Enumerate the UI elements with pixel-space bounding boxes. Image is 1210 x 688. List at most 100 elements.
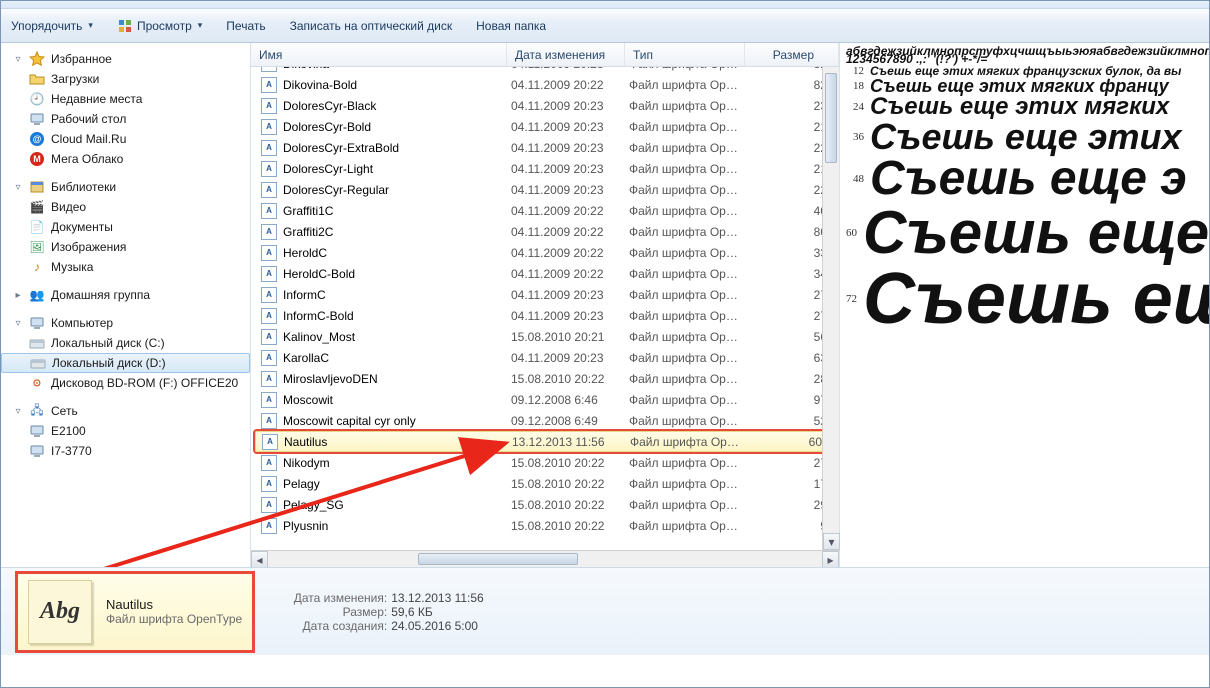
- font-file-icon: A: [261, 350, 277, 366]
- file-row[interactable]: ADoloresCyr-ExtraBold04.11.2009 20:23Фай…: [251, 137, 839, 158]
- file-rows: ADikovina04.11.2009 20:23Файл шрифта Op……: [251, 67, 839, 550]
- nav-fav-item[interactable]: MМега Облако: [1, 149, 250, 169]
- file-row[interactable]: AInformC-Bold04.11.2009 20:23Файл шрифта…: [251, 305, 839, 326]
- file-type: Файл шрифта Op…: [629, 141, 749, 155]
- file-type: Файл шрифта Op…: [629, 351, 749, 365]
- file-row[interactable]: ADoloresCyr-Regular04.11.2009 20:23Файл …: [251, 179, 839, 200]
- file-row[interactable]: AGraffiti2C04.11.2009 20:22Файл шрифта O…: [251, 221, 839, 242]
- font-file-icon: A: [261, 329, 277, 345]
- navigation-pane[interactable]: ▿ИзбранноеЗагрузки🕘Недавние местаРабочий…: [1, 43, 251, 567]
- nav-computer[interactable]: ▿Компьютер: [1, 313, 250, 333]
- scroll-left-icon[interactable]: ◂: [251, 551, 268, 568]
- file-name: HeroldC-Bold: [283, 267, 511, 281]
- view-label: Просмотр: [137, 19, 192, 33]
- file-row[interactable]: ANikodym15.08.2010 20:22Файл шрифта Op…2…: [251, 452, 839, 473]
- lib-icon: ♪: [29, 259, 45, 275]
- font-file-icon: A: [261, 497, 277, 513]
- nav-drive[interactable]: Локальный диск (C:): [1, 333, 250, 353]
- expand-icon[interactable]: ▸: [13, 290, 23, 301]
- nav-drive[interactable]: Локальный диск (D:): [1, 353, 250, 373]
- scroll-down-icon[interactable]: ▾: [823, 533, 840, 550]
- file-type: Файл шрифта Op…: [629, 456, 749, 470]
- font-file-icon: A: [261, 77, 277, 93]
- nav-lib-item[interactable]: 🖼Изображения: [1, 237, 250, 257]
- file-row[interactable]: APelagy15.08.2010 20:22Файл шрифта Op…17: [251, 473, 839, 494]
- file-row[interactable]: AMoscowit capital cyr only09.12.2008 6:4…: [251, 410, 839, 431]
- file-type: Файл шрифта Op…: [629, 246, 749, 260]
- file-row[interactable]: AMiroslavljevoDEN15.08.2010 20:22Файл шр…: [251, 368, 839, 389]
- font-file-icon: A: [261, 119, 277, 135]
- font-file-icon: A: [261, 413, 277, 429]
- nav-label: Видео: [51, 200, 86, 214]
- meta-row: Размер:59,6 КБ: [279, 605, 484, 619]
- file-row[interactable]: ADikovina04.11.2009 20:23Файл шрифта Op……: [251, 67, 839, 74]
- file-date: 15.08.2010 20:21: [511, 330, 629, 344]
- nav-favorites[interactable]: ▿Избранное: [1, 49, 250, 69]
- font-thumb-icon: Abg: [28, 580, 92, 644]
- expand-icon[interactable]: ▿: [13, 54, 23, 65]
- file-row[interactable]: ANautilus13.12.2013 11:56Файл шрифта Op……: [255, 431, 835, 452]
- preview-sample-line: 72Съешь ещ: [846, 263, 1209, 335]
- fav-icon: [29, 111, 45, 127]
- computer-icon: [29, 315, 45, 331]
- file-row[interactable]: AGraffiti1C04.11.2009 20:22Файл шрифта O…: [251, 200, 839, 221]
- nav-lib-item[interactable]: ♪Музыка: [1, 257, 250, 277]
- scrollbar-thumb[interactable]: [825, 73, 837, 163]
- nav-lib-item[interactable]: 🎬Видео: [1, 197, 250, 217]
- nav-fav-item[interactable]: @Cloud Mail.Ru: [1, 129, 250, 149]
- preview-sample-text: Съешь еще: [863, 203, 1209, 263]
- expand-icon[interactable]: ▿: [13, 182, 23, 193]
- file-row[interactable]: ADikovina-Bold04.11.2009 20:22Файл шрифт…: [251, 74, 839, 95]
- file-row[interactable]: ADoloresCyr-Light04.11.2009 20:23Файл шр…: [251, 158, 839, 179]
- expand-icon[interactable]: ▿: [13, 406, 23, 417]
- organize-menu[interactable]: Упорядочить▾: [11, 19, 93, 33]
- preview-size-label: 60: [846, 228, 857, 239]
- file-row[interactable]: AKalinov_Most15.08.2010 20:21Файл шрифта…: [251, 326, 839, 347]
- font-file-icon: A: [261, 308, 277, 324]
- nav-label: Мега Облако: [51, 152, 123, 166]
- file-name: Pelagy_SG: [283, 498, 511, 512]
- col-name[interactable]: Имя: [251, 43, 507, 66]
- nav-net-node[interactable]: I7-3770: [1, 441, 250, 461]
- nav-fav-item[interactable]: Загрузки: [1, 69, 250, 89]
- meta-label: Размер:: [279, 605, 387, 619]
- file-row[interactable]: AInformC04.11.2009 20:23Файл шрифта Op…2…: [251, 284, 839, 305]
- font-file-icon: A: [261, 266, 277, 282]
- nav-libraries[interactable]: ▿Библиотеки: [1, 177, 250, 197]
- horizontal-scrollbar[interactable]: ◂ ▸: [251, 550, 839, 567]
- nav-lib-item[interactable]: 📄Документы: [1, 217, 250, 237]
- file-list[interactable]: Имя Дата изменения Тип Размер ADikovina0…: [251, 43, 839, 567]
- column-headers: Имя Дата изменения Тип Размер: [251, 43, 839, 67]
- nav-net-node[interactable]: E2100: [1, 421, 250, 441]
- file-row[interactable]: ADoloresCyr-Bold04.11.2009 20:23Файл шри…: [251, 116, 839, 137]
- file-row[interactable]: AHeroldC-Bold04.11.2009 20:22Файл шрифта…: [251, 263, 839, 284]
- view-menu[interactable]: Просмотр▾: [117, 18, 202, 34]
- nav-drive[interactable]: ⊙Дисковод BD-ROM (F:) OFFICE20: [1, 373, 250, 393]
- expand-icon[interactable]: ▿: [13, 318, 23, 329]
- nav-fav-item[interactable]: 🕘Недавние места: [1, 89, 250, 109]
- file-row[interactable]: AMoscowit09.12.2008 6:46Файл шрифта Op…9…: [251, 389, 839, 410]
- nav-network[interactable]: ▿🖧Сеть: [1, 401, 250, 421]
- libraries-icon: [29, 179, 45, 195]
- nav-fav-item[interactable]: Рабочий стол: [1, 109, 250, 129]
- nav-label: Изображения: [51, 240, 126, 254]
- file-row[interactable]: AHeroldC04.11.2009 20:22Файл шрифта Op…3…: [251, 242, 839, 263]
- vertical-scrollbar[interactable]: ▾: [822, 67, 839, 550]
- font-file-icon: A: [261, 476, 277, 492]
- file-row[interactable]: APelagy_SG15.08.2010 20:22Файл шрифта Op…: [251, 494, 839, 515]
- col-date[interactable]: Дата изменения: [507, 43, 625, 66]
- file-row[interactable]: AKarollaC04.11.2009 20:23Файл шрифта Op……: [251, 347, 839, 368]
- col-size[interactable]: Размер: [745, 43, 839, 66]
- burn-button[interactable]: Записать на оптический диск: [290, 19, 453, 33]
- file-row[interactable]: APlyusnin15.08.2010 20:22Файл шрифта Op……: [251, 515, 839, 536]
- preview-size-label: 24: [846, 102, 864, 113]
- col-type[interactable]: Тип: [625, 43, 745, 66]
- nav-homegroup[interactable]: ▸👥Домашняя группа: [1, 285, 250, 305]
- font-file-icon: A: [261, 140, 277, 156]
- scrollbar-thumb[interactable]: [418, 553, 578, 565]
- file-row[interactable]: ADoloresCyr-Black04.11.2009 20:23Файл шр…: [251, 95, 839, 116]
- print-button[interactable]: Печать: [226, 19, 265, 33]
- file-date: 04.11.2009 20:23: [511, 120, 629, 134]
- scroll-right-icon[interactable]: ▸: [822, 551, 839, 568]
- newfolder-button[interactable]: Новая папка: [476, 19, 546, 33]
